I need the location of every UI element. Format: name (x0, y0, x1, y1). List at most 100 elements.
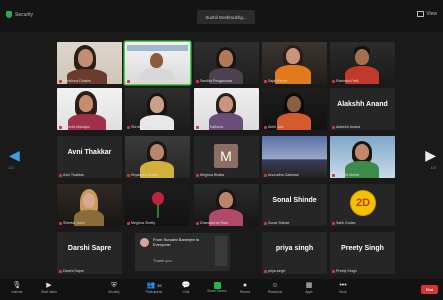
participant-tile[interactable]: Shyamala Shetty (125, 136, 190, 178)
participant-name-label: Shweta Mahajan (59, 125, 90, 129)
apps-grid-icon: ▦ (305, 282, 313, 289)
participant-name-label: priya singh (264, 269, 285, 273)
participant-tile[interactable]: Shruti Ganu (125, 88, 190, 130)
participant-tile[interactable]: Karishma Dhakre (57, 42, 122, 84)
participant-tile[interactable]: Sonal Shinde Sonal Shinde (262, 184, 327, 226)
participant-tile[interactable]: Sheetal Joshi (57, 184, 122, 226)
meeting-toolbar: 🎙 Unmute ▶ Start Video ⛨ Security 👥 39 P… (0, 279, 443, 300)
chat-message: Thank you (153, 258, 172, 263)
participant-tile[interactable]: Meghna Shetty (125, 184, 190, 226)
security-button[interactable]: ⛨ Security (103, 281, 125, 294)
share-screen-icon (213, 282, 221, 289)
participant-tile[interactable]: Shweta Mahajan (57, 88, 122, 130)
apps-button[interactable]: ▦ Apps (298, 281, 320, 294)
participant-name-label: Sheetal Joshi (59, 221, 85, 225)
muted-mic-icon (332, 221, 335, 225)
participant-display-name: Avni Thakkar (67, 149, 112, 156)
muted-mic-icon (196, 173, 199, 177)
muted-mic-icon (264, 269, 267, 273)
participant-name-label: Darshi Sapre (59, 269, 84, 273)
shield-icon (6, 11, 12, 18)
participant-name-label: Rachita Mehta (332, 173, 359, 177)
participant-tile[interactable]: Rachita Mehta (330, 136, 395, 178)
muted-mic-icon (264, 221, 267, 225)
chat-notification-popup[interactable]: From Sunalini Banerjee to Everyone: Than… (135, 233, 230, 271)
end-meeting-button[interactable]: End (421, 285, 438, 294)
participant-tile[interactable]: Preety Singh Preety Singh (330, 232, 395, 274)
participants-button[interactable]: 👥 39 Participants (141, 281, 167, 294)
chat-thumbnail (215, 236, 227, 266)
participant-name-label: Avni Thakkar (59, 173, 84, 177)
muted-mic-icon (59, 173, 62, 177)
initial-avatar: M (214, 144, 238, 168)
participant-tile[interactable]: Savitha Pedgaonkar (194, 42, 259, 84)
muted-mic-icon (127, 173, 130, 177)
muted-mic-icon (59, 269, 62, 273)
top-bar: Security Sushil Deshmukhg... View (0, 0, 443, 32)
more-button[interactable]: ••• More (332, 281, 354, 294)
muted-mic-icon (196, 79, 199, 83)
participant-tile[interactable]: Ravindra Patil (330, 42, 395, 84)
video-camera-icon: ▶ (46, 282, 52, 289)
participant-display-name: Preety Singh (341, 245, 384, 252)
avatar (140, 238, 149, 247)
participant-name-label: Meghna Bhatia (196, 173, 224, 177)
muted-mic-icon (332, 269, 335, 273)
participant-name-label: Alakshh Anand (332, 125, 360, 129)
participant-name-label: Sahil Godse (332, 221, 356, 225)
participant-name-label: Meghna Shetty (127, 221, 155, 225)
participant-tile[interactable]: Avni Thakkar Avni Thakkar (57, 136, 122, 178)
unmute-button[interactable]: 🎙 Unmute (6, 281, 28, 294)
muted-mic-icon (264, 173, 267, 177)
participant-name-label: Dr Sangeeta Balasubramanian (127, 79, 180, 83)
muted-mic-icon (332, 79, 335, 83)
participant-display-name: priya singh (275, 245, 314, 252)
participant-name-label: Shyamala Shetty (127, 173, 158, 177)
share-screen-button[interactable]: Share Screen (203, 281, 231, 293)
2d-logo: 2D (350, 190, 376, 216)
muted-mic-icon (59, 221, 62, 225)
muted-mic-icon (59, 79, 62, 83)
start-video-button[interactable]: ▶ Start Video (38, 281, 60, 294)
page-indicator-left: 1/3 (8, 165, 14, 170)
more-dots-icon: ••• (339, 282, 347, 289)
emoji-icon: ☺ (271, 282, 279, 289)
participant-display-name: Sonal Shinde (272, 197, 317, 204)
participant-name-label: Sajal Pande (264, 79, 287, 83)
muted-mic-icon (332, 125, 335, 129)
reactions-button[interactable]: ☺ Reactions (264, 281, 286, 294)
people-icon: 👥 39 (146, 282, 162, 289)
security-indicator[interactable]: Security (6, 11, 33, 18)
participant-tile[interactable]: M Meghna Bhatia (194, 136, 259, 178)
participant-name-label: Savitha Pedgaonkar (196, 79, 232, 83)
view-toggle[interactable]: View (417, 11, 437, 17)
record-button[interactable]: ● Record (234, 281, 256, 294)
participant-name-label: Akriti Jain (264, 125, 284, 129)
participant-tile[interactable]: 2D Sahil Godse (330, 184, 395, 226)
participant-tile-active-speaker[interactable]: Dr Sangeeta Balasubramanian (125, 42, 190, 84)
participant-tile[interactable]: Dhanashree Raut (194, 184, 259, 226)
chat-button[interactable]: 💬 Chat (175, 281, 197, 294)
participant-name-label: Anuradha Gaikwad (264, 173, 299, 177)
meeting-title-pill[interactable]: Sushil Deshmukhg... (197, 10, 255, 24)
participant-tile[interactable]: Darshi Sapre Darshi Sapre (57, 232, 122, 274)
participant-name-label: Dhanashree Raut (196, 221, 228, 225)
page-indicator-right: 1/3 (430, 165, 436, 170)
participant-display-name: Darshi Sapre (67, 245, 112, 252)
participant-name-label: Preety Singh (332, 269, 357, 273)
participant-tile[interactable]: Sajal Pande (262, 42, 327, 84)
participant-name-label: Shruti Ganu (127, 125, 150, 129)
muted-mic-icon (127, 79, 130, 83)
muted-mic-icon (127, 125, 130, 129)
participant-tile[interactable]: Akriti Jain (262, 88, 327, 130)
muted-mic-icon (332, 173, 335, 177)
prev-page-arrow-icon[interactable]: ◀ (9, 148, 20, 162)
participant-tile[interactable]: Swati Kathuria (194, 88, 259, 130)
muted-mic-icon (127, 221, 130, 225)
chat-sender: From Sunalini Banerjee to Everyone: (153, 237, 200, 247)
participant-tile[interactable]: Anuradha Gaikwad (262, 136, 327, 178)
participant-tile[interactable]: Alakshh Anand Alakshh Anand (330, 88, 395, 130)
muted-mic-icon (264, 125, 267, 129)
next-page-arrow-icon[interactable]: ▶ (425, 148, 436, 162)
participant-tile[interactable]: priya singh priya singh (262, 232, 327, 274)
